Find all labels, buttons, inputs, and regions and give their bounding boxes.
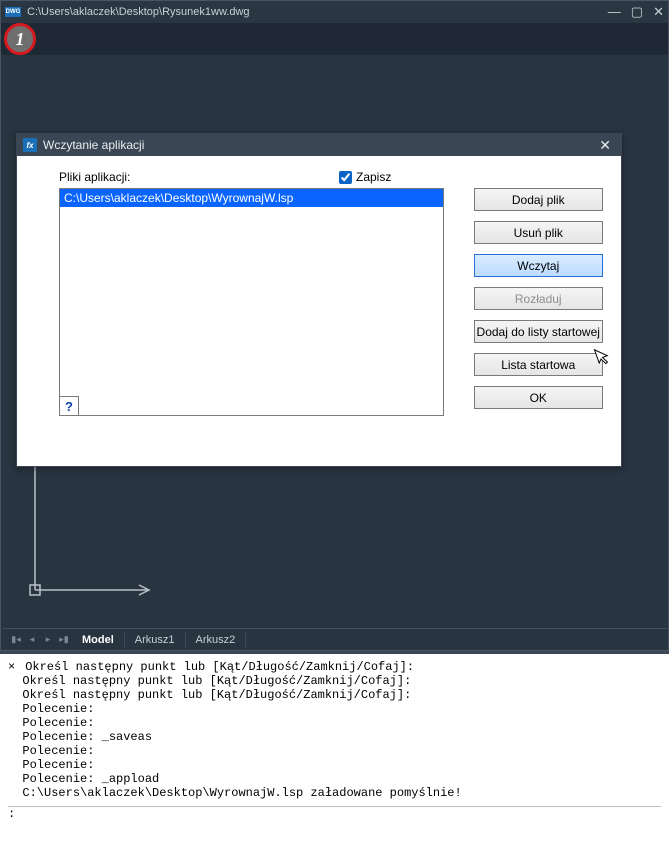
tab-model[interactable]: Model [72,632,125,648]
list-item[interactable]: C:\Users\aklaczek\Desktop\WyrownajW.lsp [60,189,443,207]
toolbar: 1 [1,23,668,55]
add-file-button[interactable]: Dodaj plik [474,188,604,211]
files-label: Pliki aplikacji: [59,170,339,184]
window-title: C:\Users\aklaczek\Desktop\Rysunek1ww.dwg [27,6,250,18]
app-icon: DWG [5,7,21,17]
cmd-line: Polecenie: [22,702,94,716]
add-to-startlist-button[interactable]: Dodaj do listy startowej [474,320,604,343]
command-prompt[interactable]: : [8,807,15,821]
tab-arkusz2[interactable]: Arkusz2 [186,632,247,648]
tab-nav-first[interactable]: ▮◂ [8,633,24,647]
load-button[interactable]: Wczytaj [474,254,604,277]
save-checkbox[interactable] [339,171,352,184]
load-application-dialog: fx Wczytanie aplikacji ✕ Pliki aplikacji… [16,133,622,467]
cmd-line: Określ następny punkt lub [Kąt/Długość/Z… [22,688,411,702]
dialog-title: Wczytanie aplikacji [43,138,144,152]
ok-button[interactable]: OK [474,386,604,409]
maximize-button[interactable]: ▢ [631,4,643,20]
tab-nav-last[interactable]: ▸▮ [56,633,72,647]
main-window: DWG C:\Users\aklaczek\Desktop\Rysunek1ww… [0,0,669,651]
save-checkbox-label: Zapisz [356,170,391,184]
tab-arkusz1[interactable]: Arkusz1 [125,632,186,648]
cmd-line: Polecenie: _saveas [22,730,152,744]
dialog-close-button[interactable]: ✕ [595,137,615,154]
drawing-canvas[interactable]: Y X fx Wczytanie aplikacji ✕ Pliki aplik… [2,55,667,628]
command-window[interactable]: × Określ następny punkt lub [Kąt/Długość… [0,651,669,844]
dialog-icon: fx [23,138,37,152]
cmd-line: Polecenie: [22,744,94,758]
save-checkbox-wrap[interactable]: Zapisz [339,170,391,184]
cmd-line: Polecenie: [22,758,94,772]
cmd-line: Określ następny punkt lub [Kąt/Długość/Z… [22,674,411,688]
tab-nav-prev[interactable]: ◂ [24,633,40,647]
cmd-line: Polecenie: [22,716,94,730]
annotation-marker: 1 [4,23,36,55]
cmd-line: Polecenie: _appload [22,772,159,786]
close-button[interactable]: ✕ [653,4,664,20]
cmd-line: Określ następny punkt lub [Kąt/Długość/Z… [25,660,414,674]
minimize-button[interactable]: — [608,4,621,20]
dialog-titlebar[interactable]: fx Wczytanie aplikacji ✕ [17,134,621,156]
startlist-button[interactable]: Lista startowa [474,353,604,376]
files-listbox[interactable]: C:\Users\aklaczek\Desktop\WyrownajW.lsp [59,188,444,416]
tab-nav-next[interactable]: ▸ [40,633,56,647]
layout-tabs: ▮◂ ◂ ▸ ▸▮ Model Arkusz1 Arkusz2 [2,628,667,650]
help-button[interactable]: ? [59,396,79,416]
titlebar: DWG C:\Users\aklaczek\Desktop\Rysunek1ww… [1,1,668,23]
cmd-line: C:\Users\aklaczek\Desktop\WyrownajW.lsp … [22,786,461,800]
unload-button: Rozładuj [474,287,604,310]
remove-file-button[interactable]: Usuń plik [474,221,604,244]
